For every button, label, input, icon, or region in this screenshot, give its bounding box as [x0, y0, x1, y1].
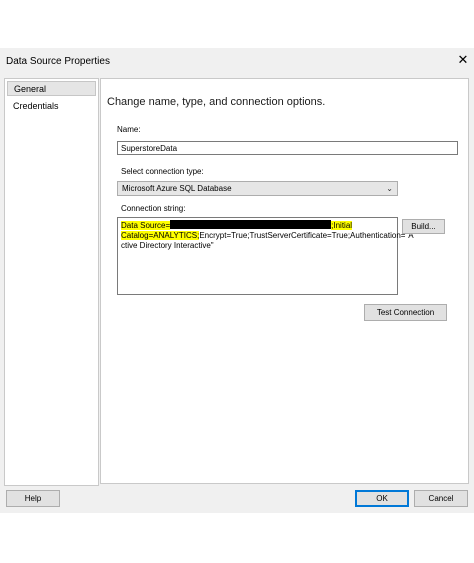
help-button[interactable]: Help: [6, 490, 60, 507]
name-input[interactable]: [117, 141, 458, 155]
connection-string-initial: ;Initial: [331, 221, 353, 230]
name-label: Name:: [117, 125, 141, 134]
close-icon[interactable]: ✕: [456, 53, 470, 67]
ok-button[interactable]: OK: [355, 490, 409, 507]
general-panel: Change name, type, and connection option…: [100, 78, 469, 484]
test-connection-button[interactable]: Test Connection: [364, 304, 447, 321]
connection-string-options: Encrypt=True;TrustServerCertificate=True…: [199, 231, 414, 240]
sidebar-item-label: Credentials: [13, 101, 59, 111]
connection-string-label: Connection string:: [121, 204, 186, 213]
connection-type-value: Microsoft Azure SQL Database: [122, 184, 232, 193]
connection-type-label: Select connection type:: [121, 167, 204, 176]
connection-string-textarea[interactable]: Data Source= ;Initial Catalog=ANALYTICS;E…: [117, 217, 414, 295]
chevron-down-icon: ⌄: [386, 184, 393, 193]
sidebar-item-general[interactable]: General: [7, 81, 96, 96]
connection-type-select[interactable]: Microsoft Azure SQL Database ⌄: [117, 181, 398, 196]
connection-string-options-cont: ctive Directory Interactive": [121, 241, 214, 250]
data-source-properties-dialog: Data Source Properties ✕ General Credent…: [0, 48, 474, 513]
sidebar: General Credentials: [4, 78, 99, 486]
connection-string-data-source: Data Source=: [121, 221, 171, 230]
build-button[interactable]: Build...: [402, 219, 445, 234]
sidebar-item-label: General: [14, 84, 47, 94]
cancel-button[interactable]: Cancel: [414, 490, 468, 507]
sidebar-item-credentials[interactable]: Credentials: [7, 99, 96, 114]
redaction-block: [170, 220, 332, 229]
window-title: Data Source Properties: [6, 56, 110, 67]
panel-heading: Change name, type, and connection option…: [107, 96, 326, 108]
connection-string-catalog: Catalog=ANALYTICS;: [121, 231, 200, 240]
